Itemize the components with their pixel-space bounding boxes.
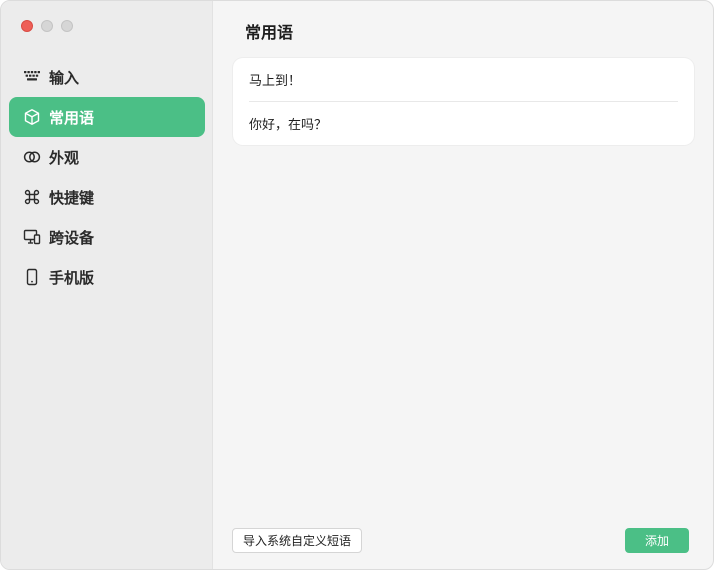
close-window-button[interactable] xyxy=(21,20,33,32)
zoom-window-button[interactable] xyxy=(61,20,73,32)
sidebar-item-label: 常用语 xyxy=(49,108,95,127)
sidebar-item-label: 输入 xyxy=(49,68,80,87)
main-content: 常用语 马上到！ 你好，在吗？ 导入系统自定义短语 添加 xyxy=(213,1,713,569)
sidebar: 输入 常用语 外观 快捷键 跨设备 手机版 xyxy=(1,1,213,569)
keyboard-icon xyxy=(23,68,41,86)
phrase-list: 马上到！ 你好，在吗？ xyxy=(233,58,694,145)
sidebar-item-label: 跨设备 xyxy=(49,228,95,247)
overlap-circles-icon xyxy=(23,148,41,166)
sidebar-item-label: 手机版 xyxy=(49,268,95,287)
sidebar-item-shortcuts[interactable]: 快捷键 xyxy=(9,177,205,217)
sidebar-item-input[interactable]: 输入 xyxy=(9,57,205,97)
sidebar-item-label: 外观 xyxy=(49,148,80,167)
devices-icon xyxy=(23,228,41,246)
phone-icon xyxy=(23,268,41,286)
minimize-window-button[interactable] xyxy=(41,20,53,32)
import-system-phrases-button[interactable]: 导入系统自定义短语 xyxy=(232,528,363,553)
phrase-item[interactable]: 马上到！ xyxy=(249,58,678,102)
page-title: 常用语 xyxy=(245,23,294,42)
sidebar-item-mobile[interactable]: 手机版 xyxy=(9,257,205,297)
settings-window: 输入 常用语 外观 快捷键 跨设备 手机版 常用语 马上到！ 你好，在吗？ 导入… xyxy=(0,0,714,570)
sidebar-item-phrases[interactable]: 常用语 xyxy=(9,97,205,137)
phrase-item[interactable]: 你好，在吗？ xyxy=(249,102,678,145)
command-icon xyxy=(23,188,41,206)
sidebar-item-appearance[interactable]: 外观 xyxy=(9,137,205,177)
sidebar-nav: 输入 常用语 外观 快捷键 跨设备 手机版 xyxy=(9,57,205,297)
sidebar-item-label: 快捷键 xyxy=(49,188,95,207)
sidebar-item-devices[interactable]: 跨设备 xyxy=(9,217,205,257)
cube-icon xyxy=(23,108,41,126)
window-controls xyxy=(21,20,73,32)
add-phrase-button[interactable]: 添加 xyxy=(625,528,689,553)
